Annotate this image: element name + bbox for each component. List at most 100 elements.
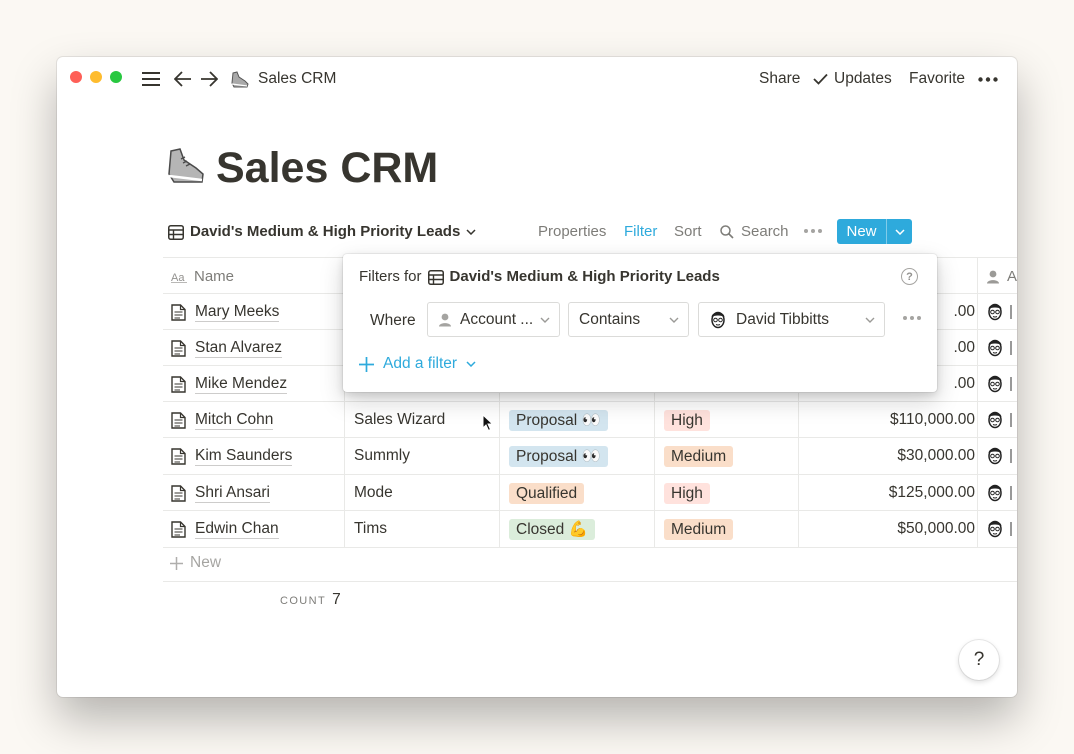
add-row-button[interactable]: New bbox=[170, 553, 221, 573]
owner-cell[interactable] bbox=[986, 366, 1012, 402]
record-name[interactable]: Mitch Cohn bbox=[195, 411, 274, 430]
hamburger-menu-icon[interactable] bbox=[141, 67, 161, 91]
avatar bbox=[986, 410, 1004, 430]
chevron-down-icon bbox=[466, 229, 476, 235]
table-row[interactable]: Edwin Chan Tims Closed 💪 Medium $50,000.00 bbox=[163, 511, 1017, 547]
amount-text: $50,000.00 bbox=[897, 520, 975, 537]
name-cell[interactable]: Stan Alvarez bbox=[171, 330, 283, 366]
sneaker-icon[interactable] bbox=[165, 145, 207, 187]
filter-more-icon[interactable] bbox=[903, 316, 921, 320]
company-cell[interactable]: Tims bbox=[354, 511, 387, 547]
amount-cell[interactable]: $50,000.00 bbox=[808, 511, 975, 547]
zoom-window-button[interactable] bbox=[110, 71, 122, 83]
priority-cell[interactable]: High bbox=[664, 402, 710, 438]
status-cell[interactable]: Proposal 👀 bbox=[509, 402, 608, 438]
name-cell[interactable]: Mitch Cohn bbox=[171, 402, 274, 438]
sort-button[interactable]: Sort bbox=[674, 222, 702, 242]
company-text: Summly bbox=[354, 447, 410, 464]
column-header-owner[interactable]: A bbox=[986, 267, 1017, 287]
person-property-icon bbox=[439, 313, 451, 326]
share-button[interactable]: Share bbox=[759, 69, 800, 89]
count-value: 7 bbox=[332, 591, 341, 608]
minimize-window-button[interactable] bbox=[90, 71, 102, 83]
chevron-down-icon bbox=[865, 317, 875, 323]
company-cell[interactable]: Summly bbox=[354, 438, 410, 474]
record-name[interactable]: Mary Meeks bbox=[195, 303, 280, 322]
table-row[interactable]: Mitch Cohn Sales Wizard Proposal 👀 High $110… bbox=[163, 402, 1017, 438]
top-bar: Sales CRM Share Updates Favorite bbox=[57, 57, 1017, 101]
view-more-icon[interactable] bbox=[804, 229, 822, 233]
avatar bbox=[986, 374, 1004, 394]
table-icon bbox=[427, 269, 444, 285]
checkmark-icon bbox=[813, 73, 828, 85]
page-doc-icon bbox=[171, 303, 186, 321]
search-button[interactable]: Search bbox=[720, 222, 789, 242]
favorite-button[interactable]: Favorite bbox=[909, 69, 965, 89]
help-button[interactable]: ? bbox=[959, 640, 999, 680]
more-options-icon[interactable] bbox=[977, 67, 999, 91]
forward-arrow-icon[interactable] bbox=[199, 67, 219, 91]
breadcrumb-title[interactable]: Sales CRM bbox=[258, 69, 336, 89]
column-header-name[interactable]: Aa Name bbox=[171, 267, 234, 287]
record-name[interactable]: Stan Alvarez bbox=[195, 339, 283, 358]
owner-cell[interactable] bbox=[986, 330, 1012, 366]
record-name[interactable]: Mike Mendez bbox=[195, 375, 288, 394]
filter-value-select[interactable]: David Tibbitts bbox=[698, 302, 885, 337]
status-cell[interactable]: Proposal 👀 bbox=[509, 438, 608, 474]
page-doc-icon bbox=[171, 484, 186, 502]
amount-cell[interactable]: $125,000.00 bbox=[808, 475, 975, 511]
status-tag: Qualified bbox=[509, 482, 585, 504]
updates-button[interactable]: Updates bbox=[813, 69, 892, 89]
table-row[interactable]: Kim Saunders Summly Proposal 👀 Medium $30,00… bbox=[163, 438, 1017, 474]
owner-cell[interactable] bbox=[986, 294, 1012, 330]
where-label: Where bbox=[370, 312, 416, 329]
filter-operator-select[interactable]: Contains bbox=[568, 302, 689, 337]
svg-text:Aa: Aa bbox=[171, 272, 185, 283]
priority-cell[interactable]: High bbox=[664, 475, 710, 511]
owner-initial bbox=[1010, 377, 1012, 391]
priority-tag: High bbox=[664, 409, 710, 431]
amount-cell[interactable]: $30,000.00 bbox=[808, 438, 975, 474]
owner-initial bbox=[1010, 486, 1012, 500]
new-record-button[interactable]: New bbox=[837, 219, 912, 244]
company-cell[interactable]: Sales Wizard bbox=[354, 402, 445, 438]
table-row[interactable]: Shri Ansari Mode Qualified High $125,000.00 bbox=[163, 475, 1017, 511]
status-tag: Proposal 👀 bbox=[509, 445, 608, 467]
owner-initial bbox=[1010, 449, 1012, 463]
amount-cell[interactable]: $110,000.00 bbox=[808, 402, 975, 438]
record-name[interactable]: Edwin Chan bbox=[195, 520, 279, 539]
back-arrow-icon[interactable] bbox=[173, 67, 193, 91]
owner-initial bbox=[1010, 413, 1012, 427]
status-cell[interactable]: Closed 💪 bbox=[509, 511, 595, 547]
name-cell[interactable]: Mike Mendez bbox=[171, 366, 288, 402]
name-cell[interactable]: Edwin Chan bbox=[171, 511, 279, 547]
owner-cell[interactable] bbox=[986, 438, 1012, 474]
name-cell[interactable]: Mary Meeks bbox=[171, 294, 280, 330]
filter-title-view: David's Medium & High Priority Leads bbox=[449, 268, 720, 285]
owner-cell[interactable] bbox=[986, 475, 1012, 511]
name-cell[interactable]: Kim Saunders bbox=[171, 438, 293, 474]
owner-cell[interactable] bbox=[986, 402, 1012, 438]
properties-button[interactable]: Properties bbox=[538, 222, 606, 242]
filter-button[interactable]: Filter bbox=[624, 222, 657, 242]
record-name[interactable]: Shri Ansari bbox=[195, 484, 270, 503]
record-name[interactable]: Kim Saunders bbox=[195, 447, 293, 466]
filter-property-value: Account ... bbox=[460, 310, 534, 328]
company-cell[interactable]: Mode bbox=[354, 475, 393, 511]
avatar bbox=[986, 446, 1004, 466]
status-cell[interactable]: Qualified bbox=[509, 475, 585, 511]
view-selector[interactable]: David's Medium & High Priority Leads bbox=[168, 220, 476, 244]
close-window-button[interactable] bbox=[70, 71, 82, 83]
row-count[interactable]: COUNT 7 bbox=[280, 591, 341, 609]
chevron-down-icon[interactable] bbox=[886, 219, 912, 244]
priority-cell[interactable]: Medium bbox=[664, 438, 734, 474]
add-filter-button[interactable]: Add a filter bbox=[359, 354, 476, 374]
priority-cell[interactable]: Medium bbox=[664, 511, 734, 547]
filter-property-select[interactable]: Account ... bbox=[427, 302, 560, 337]
avatar bbox=[986, 338, 1004, 358]
page-title[interactable]: Sales CRM bbox=[216, 140, 438, 196]
company-text: Mode bbox=[354, 484, 393, 501]
owner-cell[interactable] bbox=[986, 511, 1012, 547]
name-cell[interactable]: Shri Ansari bbox=[171, 475, 270, 511]
question-mark-icon[interactable]: ? bbox=[901, 268, 918, 285]
